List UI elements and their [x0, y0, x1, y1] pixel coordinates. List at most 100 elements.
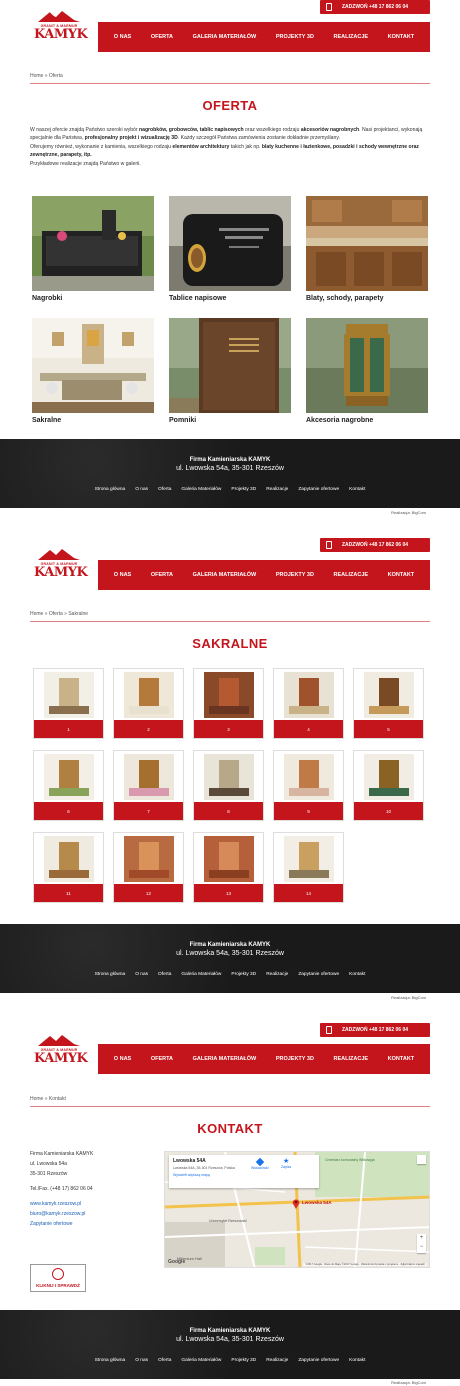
category-tablice[interactable]: Tablice napisowe [169, 196, 291, 302]
footer-link[interactable]: O nas [135, 1358, 148, 1363]
map-directions-button[interactable]: Wskazówki [251, 1157, 269, 1170]
footer-link[interactable]: Zapytanie ofertowe [298, 487, 339, 492]
category-image[interactable] [306, 196, 428, 291]
footer-link[interactable]: Zapytanie ofertowe [298, 972, 339, 977]
gallery-caption[interactable]: 7 [114, 802, 183, 820]
gallery-image[interactable] [284, 672, 334, 718]
logo[interactable]: GRANIT & MARMUR KAMYK [34, 10, 88, 46]
nav-item-realizacje[interactable]: REALIZACJE [334, 1056, 369, 1062]
gallery-caption[interactable]: 13 [194, 884, 263, 902]
footer-link[interactable]: Galeria Materiałów [181, 1358, 221, 1363]
footer-link[interactable]: Zapytanie ofertowe [298, 1358, 339, 1363]
category-blaty[interactable]: Blaty, schody, parapety [306, 196, 428, 302]
category-image[interactable] [169, 196, 291, 291]
gallery-thumbnail[interactable]: 6 [33, 750, 104, 821]
gallery-image[interactable] [44, 754, 94, 800]
gallery-caption[interactable]: 10 [354, 802, 423, 820]
nav-item-kontakt[interactable]: KONTAKT [388, 572, 414, 578]
breadcrumb[interactable]: Home » Oferta [30, 73, 63, 79]
category-image[interactable] [169, 318, 291, 413]
category-nagrobki[interactable]: Nagrobki [32, 196, 154, 302]
call-button[interactable]: ZADZWOŃ +48 17 862 06 04 [320, 538, 430, 552]
gallery-caption[interactable]: 9 [274, 802, 343, 820]
call-button[interactable]: ZADZWOŃ +48 17 862 06 04 [320, 1023, 430, 1037]
footer-link[interactable]: Realizacje [266, 1358, 288, 1363]
gallery-thumbnail[interactable]: 13 [193, 832, 264, 903]
zoom-out-button[interactable]: − [417, 1243, 426, 1252]
gallery-caption[interactable]: 8 [194, 802, 263, 820]
gallery-thumbnail[interactable]: 9 [273, 750, 344, 821]
website-link[interactable]: www.kamyk.rzeszow.pl [30, 1201, 81, 1207]
nav-item-o-nas[interactable]: O NAS [114, 1056, 131, 1062]
nav-item-oferta[interactable]: OFERTA [151, 34, 173, 40]
gallery-thumbnail[interactable]: 10 [353, 750, 424, 821]
review-badge[interactable]: KLIKNIJ I SPRAWDŹ [30, 1264, 86, 1292]
map-save-button[interactable]: ★ Zapisz [281, 1158, 291, 1169]
footer-link[interactable]: Projekty 3D [231, 972, 256, 977]
gallery-thumbnail[interactable]: 3 [193, 668, 264, 739]
gallery-thumbnail[interactable]: 2 [113, 668, 184, 739]
gallery-image[interactable] [124, 836, 174, 882]
category-label[interactable]: Pomniki [169, 417, 291, 424]
nav-item-kontakt[interactable]: KONTAKT [388, 1056, 414, 1062]
footer-link[interactable]: Kontakt [349, 972, 365, 977]
gallery-thumbnail[interactable]: 1 [33, 668, 104, 739]
gallery-caption[interactable]: 2 [114, 720, 183, 738]
footer-link[interactable]: Oferta [158, 487, 171, 492]
category-label[interactable]: Akcesoria nagrobne [306, 417, 428, 424]
category-label[interactable]: Blaty, schody, parapety [306, 295, 428, 302]
footer-link[interactable]: Oferta [158, 1358, 171, 1363]
inquiry-link[interactable]: Zapytanie ofertowe [30, 1221, 73, 1227]
gallery-image[interactable] [364, 672, 414, 718]
gallery-thumbnail[interactable]: 5 [353, 668, 424, 739]
google-map[interactable]: Lwowska 54A Cmentarz komunalny Wilkowyja… [164, 1151, 430, 1268]
gallery-image[interactable] [44, 836, 94, 882]
credit-link[interactable]: Realizacja: BigCom [391, 995, 426, 1000]
gallery-thumbnail[interactable]: 11 [33, 832, 104, 903]
footer-link[interactable]: Strona główna [95, 972, 126, 977]
gallery-thumbnail[interactable]: 8 [193, 750, 264, 821]
nav-item-o-nas[interactable]: O NAS [114, 572, 131, 578]
breadcrumb[interactable]: Home » Kontakt [30, 1096, 66, 1102]
category-label[interactable]: Nagrobki [32, 295, 154, 302]
gallery-caption[interactable]: 5 [354, 720, 423, 738]
footer-link[interactable]: Projekty 3D [231, 1358, 256, 1363]
breadcrumb[interactable]: Home » Oferta » Sakralne [30, 611, 88, 617]
category-image[interactable] [32, 318, 154, 413]
nav-item-galeria[interactable]: GALERIA MATERIAŁÓW [193, 34, 257, 40]
gallery-caption[interactable]: 3 [194, 720, 263, 738]
footer-link[interactable]: Galeria Materiałów [181, 487, 221, 492]
footer-link[interactable]: Realizacje [266, 487, 288, 492]
nav-item-oferta[interactable]: OFERTA [151, 572, 173, 578]
fullscreen-icon[interactable] [417, 1155, 426, 1164]
gallery-image[interactable] [204, 836, 254, 882]
footer-link[interactable]: Galeria Materiałów [181, 972, 221, 977]
gallery-image[interactable] [124, 754, 174, 800]
gallery-thumbnail[interactable]: 4 [273, 668, 344, 739]
category-image[interactable] [32, 196, 154, 291]
footer-link[interactable]: Strona główna [95, 1358, 126, 1363]
category-image[interactable] [306, 318, 428, 413]
footer-link[interactable]: Kontakt [349, 1358, 365, 1363]
call-button[interactable]: ZADZWOŃ +48 17 862 06 04 [320, 0, 430, 14]
footer-link[interactable]: Kontakt [349, 487, 365, 492]
logo[interactable]: GRANIT & MARMUR KAMYK [34, 548, 88, 584]
footer-link[interactable]: O nas [135, 972, 148, 977]
gallery-image[interactable] [364, 754, 414, 800]
gallery-caption[interactable]: 4 [274, 720, 343, 738]
category-akcesoria[interactable]: Akcesoria nagrobne [306, 318, 428, 424]
nav-item-projekty[interactable]: PROJEKTY 3D [276, 1056, 314, 1062]
nav-item-o-nas[interactable]: O NAS [114, 34, 131, 40]
gallery-caption[interactable]: 14 [274, 884, 343, 902]
footer-link[interactable]: Projekty 3D [231, 487, 256, 492]
gallery-image[interactable] [204, 754, 254, 800]
credit-link[interactable]: Realizacja: BigCom [391, 1380, 426, 1385]
gallery-thumbnail[interactable]: 7 [113, 750, 184, 821]
nav-item-galeria[interactable]: GALERIA MATERIAŁÓW [193, 1056, 257, 1062]
nav-item-kontakt[interactable]: KONTAKT [388, 34, 414, 40]
footer-link[interactable]: Oferta [158, 972, 171, 977]
nav-item-galeria[interactable]: GALERIA MATERIAŁÓW [193, 572, 257, 578]
category-label[interactable]: Sakralne [32, 417, 154, 424]
gallery-image[interactable] [204, 672, 254, 718]
category-label[interactable]: Tablice napisowe [169, 295, 291, 302]
